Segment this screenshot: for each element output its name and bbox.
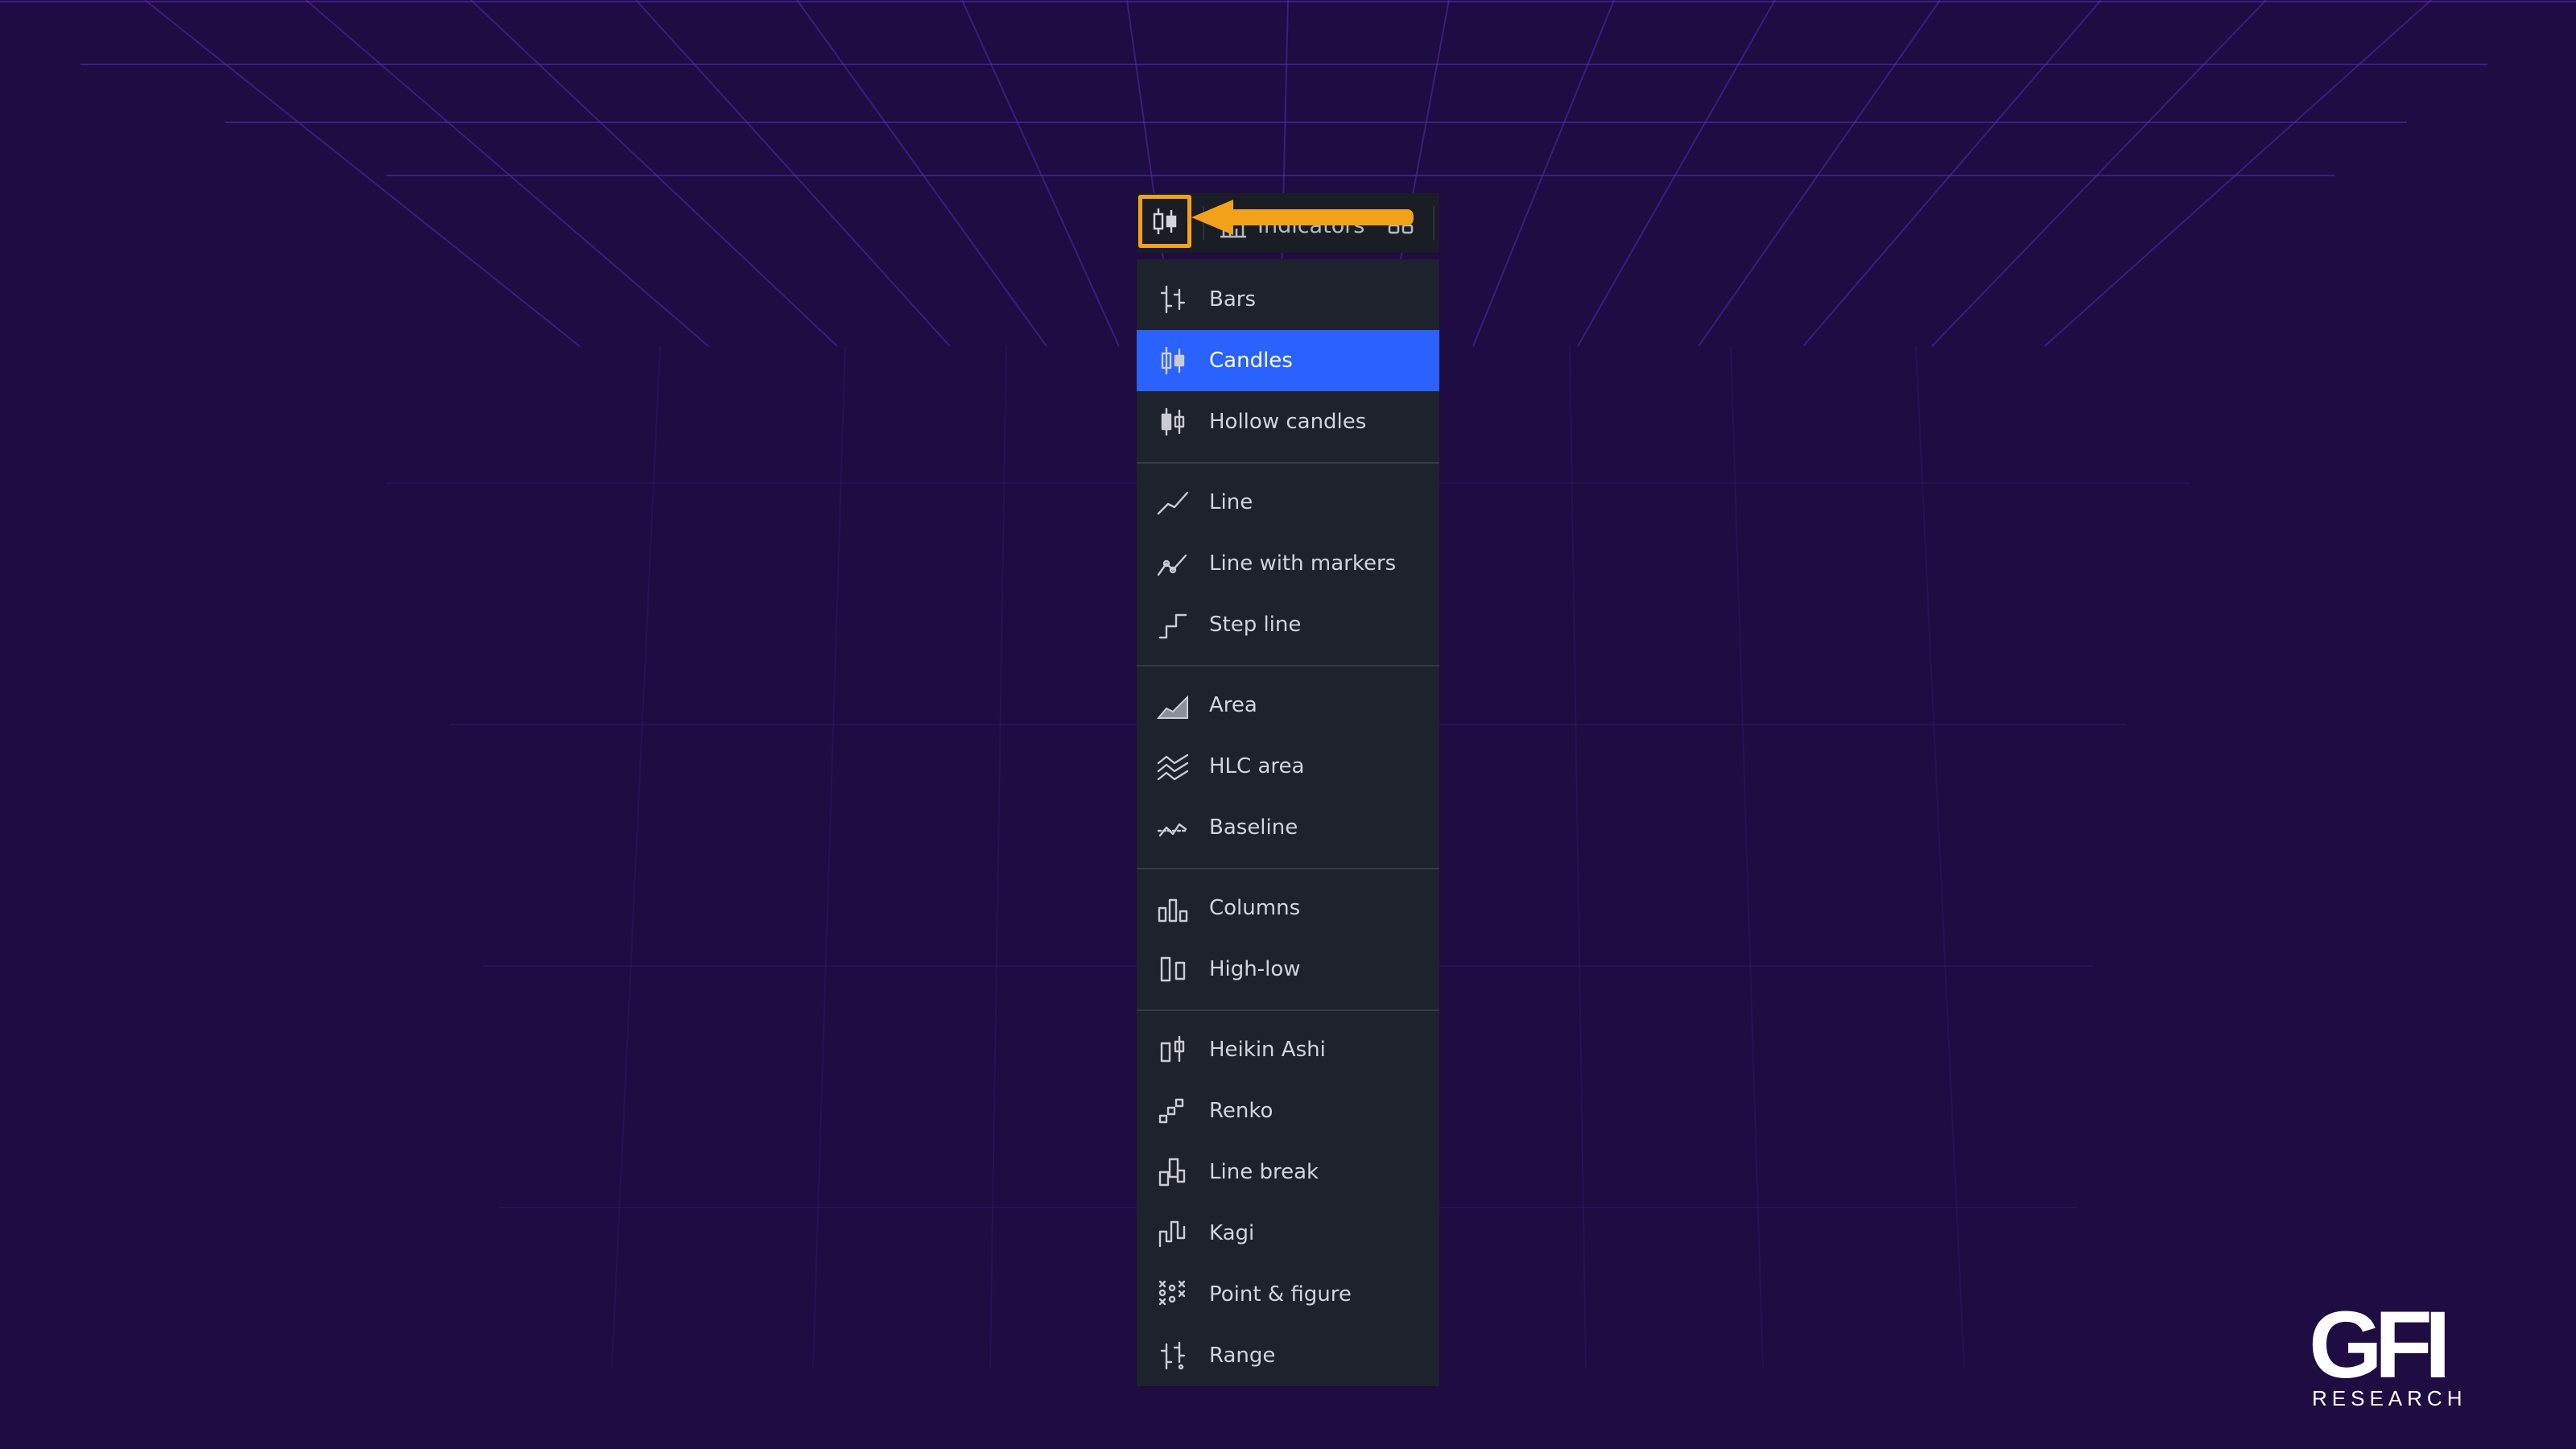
menu-item-line-with-markers[interactable]: Line with markers bbox=[1137, 533, 1439, 594]
menu-separator bbox=[1137, 868, 1439, 869]
menu-item-area[interactable]: Area bbox=[1137, 675, 1439, 736]
menu-item-label: Bars bbox=[1209, 287, 1257, 312]
line-with-markers-icon bbox=[1153, 546, 1193, 581]
menu-item-high-low[interactable]: High-low bbox=[1137, 939, 1439, 1000]
baseline-icon bbox=[1153, 810, 1193, 845]
menu-item-label: Point & figure bbox=[1209, 1282, 1352, 1307]
menu-item-label: Area bbox=[1209, 693, 1257, 717]
menu-item-candles[interactable]: Candles bbox=[1137, 330, 1439, 391]
menu-item-bars[interactable]: Bars bbox=[1137, 269, 1439, 330]
menu-item-label: Baseline bbox=[1209, 815, 1298, 840]
menu-item-label: Columns bbox=[1209, 896, 1301, 920]
menu-item-label: Step line bbox=[1209, 613, 1302, 637]
menu-item-label: Renko bbox=[1209, 1099, 1274, 1123]
menu-item-point-and-figure[interactable]: Point & figure bbox=[1137, 1264, 1439, 1325]
menu-separator bbox=[1137, 462, 1439, 464]
heikin-ashi-icon bbox=[1153, 1032, 1193, 1067]
range-icon bbox=[1153, 1338, 1193, 1373]
menu-separator bbox=[1137, 665, 1439, 667]
columns-icon bbox=[1153, 890, 1193, 926]
menu-item-hlc-area[interactable]: HLC area bbox=[1137, 736, 1439, 797]
high-low-icon bbox=[1153, 952, 1193, 987]
highlight-arrow bbox=[1191, 200, 1414, 235]
menu-item-label: HLC area bbox=[1209, 754, 1305, 778]
menu-item-baseline[interactable]: Baseline bbox=[1137, 797, 1439, 858]
candles-icon bbox=[1153, 343, 1193, 378]
menu-item-label: Kagi bbox=[1209, 1221, 1255, 1245]
chart-type-menu: Bars Candles Hollow candles Line Line with m… bbox=[1137, 259, 1439, 1386]
menu-item-line[interactable]: Line bbox=[1137, 472, 1439, 533]
line-icon bbox=[1153, 485, 1193, 520]
kagi-icon bbox=[1153, 1216, 1193, 1251]
menu-separator bbox=[1137, 1009, 1439, 1011]
hlc-area-icon bbox=[1153, 749, 1193, 784]
chart-type-button[interactable] bbox=[1138, 195, 1191, 248]
menu-item-columns[interactable]: Columns bbox=[1137, 877, 1439, 939]
toolbar-divider bbox=[1433, 206, 1435, 240]
gfi-research-logo: GFI RESEARCH bbox=[2302, 1298, 2463, 1410]
menu-item-label: Hollow candles bbox=[1209, 410, 1367, 434]
candles-icon bbox=[1153, 208, 1177, 234]
menu-item-range[interactable]: Range bbox=[1137, 1325, 1439, 1386]
menu-item-label: Range bbox=[1209, 1344, 1276, 1368]
menu-item-label: Line bbox=[1209, 490, 1253, 514]
menu-item-heikin-ashi[interactable]: Heikin Ashi bbox=[1137, 1019, 1439, 1080]
point-and-figure-icon bbox=[1153, 1277, 1193, 1312]
area-icon bbox=[1153, 687, 1193, 723]
menu-item-label: High-low bbox=[1209, 957, 1301, 981]
hollow-candles-icon bbox=[1153, 404, 1193, 440]
menu-item-step-line[interactable]: Step line bbox=[1137, 594, 1439, 655]
menu-item-renko[interactable]: Renko bbox=[1137, 1080, 1439, 1141]
menu-item-hollow-candles[interactable]: Hollow candles bbox=[1137, 391, 1439, 452]
menu-item-label: Heikin Ashi bbox=[1209, 1038, 1326, 1062]
logo-mark: GFI bbox=[2309, 1292, 2451, 1398]
menu-item-line-break[interactable]: Line break bbox=[1137, 1141, 1439, 1203]
menu-item-label: Line break bbox=[1209, 1160, 1319, 1184]
menu-item-label: Candles bbox=[1209, 349, 1293, 373]
bars-icon bbox=[1153, 282, 1193, 317]
logo-subtitle: RESEARCH bbox=[2312, 1386, 2467, 1410]
step-line-icon bbox=[1153, 607, 1193, 642]
menu-item-kagi[interactable]: Kagi bbox=[1137, 1203, 1439, 1264]
line-break-icon bbox=[1153, 1154, 1193, 1190]
menu-item-label: Line with markers bbox=[1209, 551, 1397, 576]
renko-icon bbox=[1153, 1093, 1193, 1129]
